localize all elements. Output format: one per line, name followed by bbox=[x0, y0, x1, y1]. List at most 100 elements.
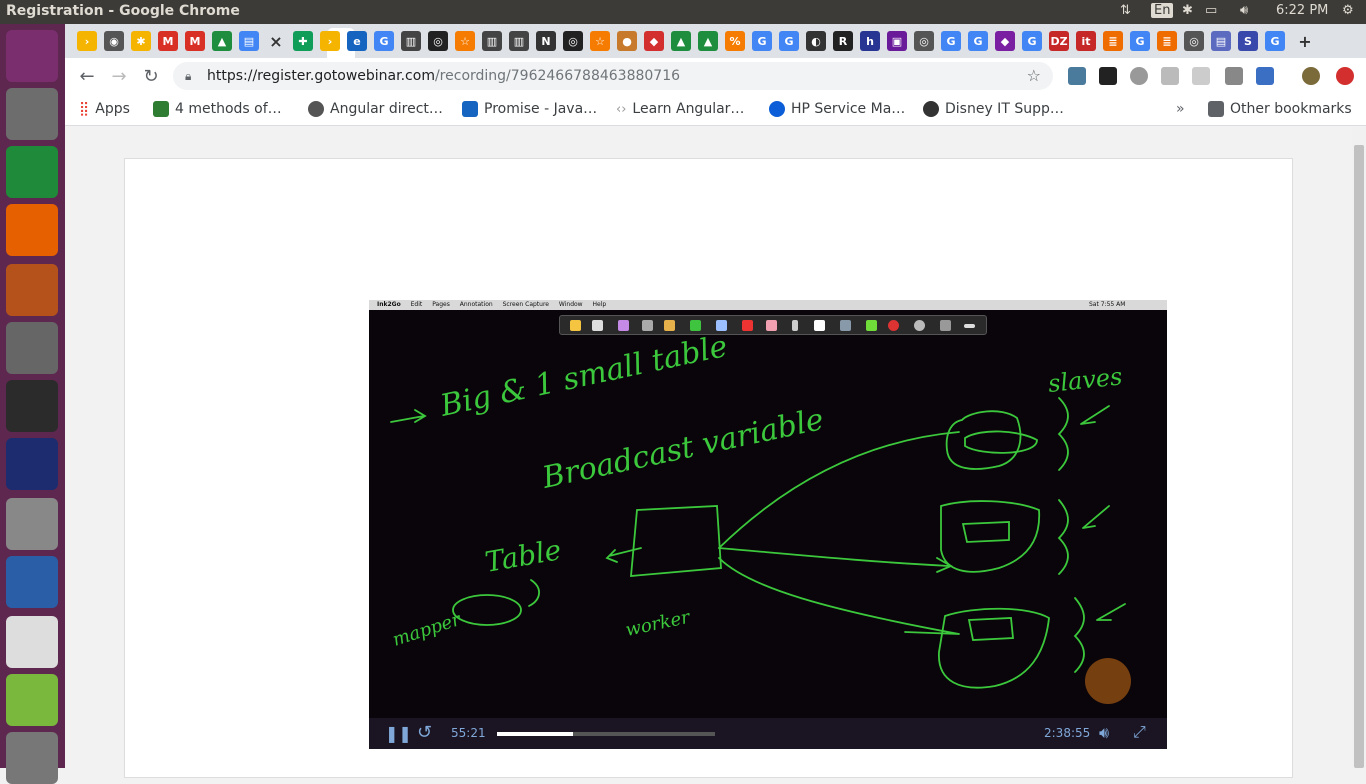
seek-bar[interactable] bbox=[497, 732, 715, 736]
fullscreen-icon[interactable]: ⤢ bbox=[1133, 722, 1146, 742]
launcher-help-icon[interactable] bbox=[6, 498, 58, 550]
tab-favicon[interactable]: ✱ bbox=[131, 31, 151, 51]
volume-icon[interactable]: 🔊︎ bbox=[1099, 723, 1109, 743]
tab-favicon[interactable]: G bbox=[941, 31, 961, 51]
tab-favicon[interactable]: ▲ bbox=[671, 31, 691, 51]
extension-icon[interactable] bbox=[1161, 67, 1179, 85]
bookmark-item[interactable]: Disney IT Supp… bbox=[923, 101, 1064, 117]
tab-favicon[interactable]: ▲ bbox=[212, 31, 232, 51]
bookmark-item[interactable]: Promise - Java… bbox=[462, 101, 597, 117]
tab-favicon[interactable]: › bbox=[320, 31, 340, 51]
tab-favicon[interactable]: ▥ bbox=[401, 31, 421, 51]
tab-favicon[interactable]: e bbox=[347, 31, 367, 51]
tab-favicon[interactable]: ▲ bbox=[698, 31, 718, 51]
tab-favicon[interactable]: ▤ bbox=[239, 31, 259, 51]
tab-favicon[interactable]: ◐ bbox=[806, 31, 826, 51]
launcher-files-icon[interactable] bbox=[6, 88, 58, 140]
scrollbar-thumb[interactable] bbox=[1354, 145, 1364, 768]
back-button[interactable]: ← bbox=[75, 64, 99, 88]
tab-favicon[interactable]: ◎ bbox=[1184, 31, 1204, 51]
tab-favicon[interactable]: S bbox=[1238, 31, 1258, 51]
tab-favicon[interactable]: G bbox=[752, 31, 772, 51]
bluetooth-icon[interactable]: ✱ bbox=[1182, 3, 1193, 18]
forward-button[interactable]: → bbox=[107, 64, 131, 88]
tab-favicon[interactable]: ▥ bbox=[482, 31, 502, 51]
bookmark-apps[interactable]: ⣿ Apps bbox=[79, 101, 130, 117]
power-gear-icon[interactable]: ⚙ bbox=[1342, 3, 1354, 18]
tab-favicon[interactable]: ▣ bbox=[887, 31, 907, 51]
volume-icon[interactable]: 🔊︎ bbox=[1240, 3, 1248, 18]
launcher-app-green-icon[interactable] bbox=[6, 674, 58, 726]
launcher-terminal-icon[interactable] bbox=[6, 380, 58, 432]
tab-favicon[interactable]: ✚ bbox=[293, 31, 313, 51]
tab-favicon[interactable]: it bbox=[1076, 31, 1096, 51]
other-bookmarks[interactable]: Other bookmarks bbox=[1208, 101, 1352, 117]
tab-favicon[interactable]: M bbox=[185, 31, 205, 51]
tab-favicon[interactable]: G bbox=[968, 31, 988, 51]
bookmark-item[interactable]: 4 methods of… bbox=[153, 101, 282, 117]
tab-favicon[interactable]: ☆ bbox=[590, 31, 610, 51]
bookmark-star-icon[interactable]: ☆ bbox=[1027, 62, 1041, 90]
new-tab-button[interactable]: + bbox=[1295, 31, 1315, 51]
tab-favicon[interactable]: ● bbox=[617, 31, 637, 51]
tab-favicon[interactable]: G bbox=[1130, 31, 1150, 51]
bookmark-item[interactable]: Angular direct… bbox=[308, 101, 443, 117]
tab-favicon[interactable]: R bbox=[833, 31, 853, 51]
bookmarks-overflow-button[interactable]: » bbox=[1176, 101, 1185, 117]
tab-favicon[interactable]: N bbox=[536, 31, 556, 51]
rewind-10-icon[interactable]: ↺ bbox=[417, 722, 432, 743]
launcher-impress-icon[interactable] bbox=[6, 264, 58, 316]
tab-favicon[interactable]: ▥ bbox=[509, 31, 529, 51]
tab-favicon[interactable]: G bbox=[1265, 31, 1285, 51]
tab-favicon[interactable]: M bbox=[158, 31, 178, 51]
tab-favicon[interactable]: › bbox=[77, 31, 97, 51]
launcher-firefox-icon[interactable] bbox=[6, 204, 58, 256]
tab-favicon[interactable]: ☆ bbox=[455, 31, 475, 51]
url-path: /recording/7962466788463880716 bbox=[434, 68, 681, 84]
tab-favicon[interactable]: ▤ bbox=[1211, 31, 1231, 51]
tab-favicon[interactable]: % bbox=[725, 31, 745, 51]
keyboard-language-indicator[interactable]: En bbox=[1151, 3, 1174, 18]
video-player[interactable]: Ink2Go Edit Pages Annotation Screen Capt… bbox=[369, 300, 1167, 749]
pause-button[interactable]: ❚❚ bbox=[385, 724, 412, 743]
tab-favicon[interactable]: G bbox=[1022, 31, 1042, 51]
tab-favicon[interactable]: ◆ bbox=[995, 31, 1015, 51]
tab-favicon[interactable]: DZ bbox=[1049, 31, 1069, 51]
bookmark-item[interactable]: HP Service Ma… bbox=[769, 101, 905, 117]
launcher-intellij-icon[interactable] bbox=[6, 438, 58, 490]
close-tab-icon[interactable]: × bbox=[266, 31, 286, 51]
network-icon[interactable]: ⇅ bbox=[1120, 3, 1131, 18]
page-scrollbar[interactable] bbox=[1352, 127, 1366, 768]
tab-favicon[interactable]: G bbox=[374, 31, 394, 51]
tab-favicon[interactable]: ◉ bbox=[104, 31, 124, 51]
battery-icon[interactable]: ▭ bbox=[1205, 3, 1217, 18]
extension-icon[interactable] bbox=[1130, 67, 1148, 85]
extension-icon[interactable] bbox=[1068, 67, 1086, 85]
launcher-chrome-icon[interactable] bbox=[6, 616, 58, 668]
extension-icon[interactable] bbox=[1192, 67, 1210, 85]
tab-favicon[interactable]: ◎ bbox=[563, 31, 583, 51]
tab-favicon[interactable]: G bbox=[779, 31, 799, 51]
tab-favicon[interactable]: h bbox=[860, 31, 880, 51]
extension-icon[interactable] bbox=[1099, 67, 1117, 85]
launcher-settings-icon[interactable] bbox=[6, 322, 58, 374]
launcher-calc-icon[interactable] bbox=[6, 146, 58, 198]
profile-avatar[interactable] bbox=[1302, 67, 1320, 85]
tab-favicon[interactable]: ≣ bbox=[1103, 31, 1123, 51]
launcher-writer-icon[interactable] bbox=[6, 556, 58, 608]
tab-favicon[interactable]: ≣ bbox=[1157, 31, 1177, 51]
launcher-disk-icon[interactable] bbox=[6, 732, 58, 784]
tab-favicon[interactable]: ◆ bbox=[644, 31, 664, 51]
clock[interactable]: 6:22 PM bbox=[1276, 3, 1328, 18]
tab-favicon[interactable]: ◎ bbox=[428, 31, 448, 51]
address-bar[interactable]: 🔒︎ https://register.gotowebinar.com/reco… bbox=[173, 62, 1053, 90]
bookmark-item[interactable]: ‹› Learn Angular… bbox=[616, 101, 744, 117]
tab-favicon[interactable]: ◎ bbox=[914, 31, 934, 51]
reload-button[interactable]: ↻ bbox=[139, 64, 163, 88]
update-icon[interactable] bbox=[1336, 67, 1354, 85]
camera-icon[interactable] bbox=[1225, 67, 1243, 85]
launcher-ubuntu-dash-icon[interactable] bbox=[6, 30, 58, 82]
menu-item: Pages bbox=[432, 301, 450, 308]
menu-item: Screen Capture bbox=[502, 301, 549, 308]
extension-icon[interactable] bbox=[1256, 67, 1274, 85]
